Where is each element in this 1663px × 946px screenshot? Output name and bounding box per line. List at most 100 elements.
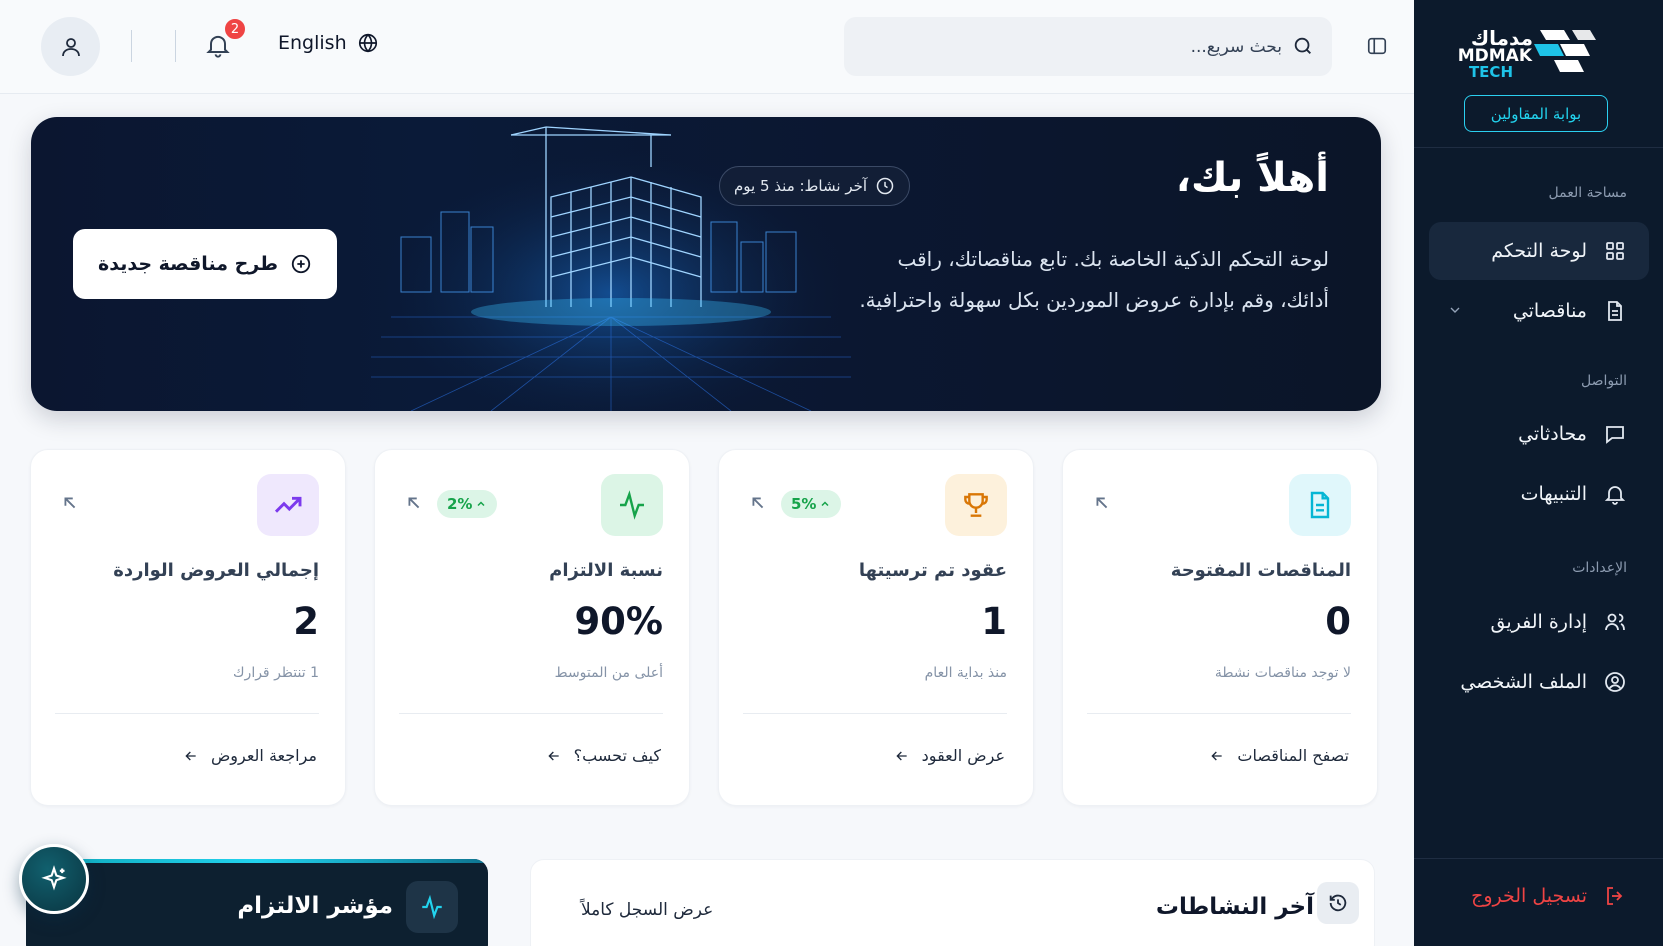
- language-label: English: [278, 32, 347, 54]
- chevron-down-icon[interactable]: [1447, 302, 1463, 318]
- history-icon: [1329, 894, 1347, 912]
- section-label-settings: الإعدادات: [1572, 560, 1627, 576]
- chat-icon: [1606, 426, 1624, 444]
- sidebar-item-notifications[interactable]: التنبيهات: [1429, 465, 1649, 523]
- trend-value: 2%: [447, 495, 473, 513]
- compliance-panel-title: مؤشر الالتزام: [237, 893, 393, 919]
- recent-activities-panel: آخر النشاطات عرض السجل كاملاً: [530, 859, 1375, 946]
- chevron-up-icon: [821, 501, 829, 507]
- logo-text-tech: TECH: [1468, 63, 1513, 81]
- stat-subtitle: أعلى من المتوسط: [554, 665, 663, 681]
- sidebar-divider: [1414, 147, 1663, 148]
- brand-logo[interactable]: مدماك MDMAK TECH: [1456, 26, 1596, 82]
- stat-card-awarded-contracts: 5% عقود تم ترسيتها 1 منذ بداية العام عرض…: [718, 449, 1034, 806]
- sidebar-item-label: الملف الشخصي: [1460, 671, 1587, 693]
- logout-label: تسجيل الخروج: [1471, 885, 1587, 907]
- topbar-divider: [175, 30, 176, 62]
- stat-link-label: عرض العقود: [921, 746, 1005, 765]
- browse-tenders-link[interactable]: تصفح المناقصات: [1209, 746, 1349, 765]
- user-avatar-button[interactable]: [41, 17, 100, 76]
- sidebar-item-label: التنبيهات: [1520, 483, 1587, 505]
- sidebar-item-label: إدارة الفريق: [1490, 611, 1587, 633]
- stat-subtitle: 1 تنتظر قرارك: [233, 665, 319, 681]
- logout-icon: [1607, 887, 1623, 905]
- stat-link-label: كيف تحسب؟: [573, 746, 661, 765]
- sidebar-item-team-management[interactable]: إدارة الفريق: [1429, 593, 1649, 651]
- globe-icon: [358, 33, 377, 53]
- sidebar-item-profile[interactable]: الملف الشخصي: [1429, 653, 1649, 711]
- stat-value: 90%: [574, 600, 663, 643]
- review-offers-link[interactable]: مراجعة العروض: [183, 746, 317, 765]
- sidebar-item-label: لوحة التحكم: [1491, 240, 1587, 262]
- logo-mark-icon: [1534, 30, 1596, 72]
- arrow-up-left-icon[interactable]: [403, 492, 425, 514]
- stat-subtitle: لا توجد مناقصات نشطة: [1214, 665, 1351, 681]
- language-switcher[interactable]: English: [278, 32, 379, 54]
- welcome-title: أهلاً بك،: [1175, 155, 1329, 201]
- stat-icon-box: [1289, 474, 1351, 536]
- search-box: [844, 17, 1332, 76]
- view-full-log-link[interactable]: عرض السجل كاملاً: [581, 900, 713, 920]
- topbar-divider: [131, 30, 132, 62]
- card-divider: [399, 713, 663, 714]
- how-calculated-link[interactable]: كيف تحسب؟: [546, 746, 661, 765]
- sidebar-divider: [1414, 858, 1663, 859]
- card-divider: [55, 713, 319, 714]
- sidebar: مدماك MDMAK TECH بوابة المقاولين مساحة ا…: [1414, 0, 1663, 946]
- sidebar-item-dashboard[interactable]: لوحة التحكم: [1429, 222, 1649, 280]
- stat-title: نسبة الالتزام: [549, 560, 663, 581]
- logout-button[interactable]: تسجيل الخروج: [1471, 884, 1627, 908]
- user-icon: [61, 37, 80, 56]
- section-label-workspace: مساحة العمل: [1548, 185, 1627, 201]
- view-contracts-link[interactable]: عرض العقود: [894, 746, 1005, 765]
- arrow-up-left-icon[interactable]: [747, 492, 769, 514]
- arrow-left-icon: [185, 751, 196, 760]
- compliance-indicator-panel: مؤشر الالتزام: [26, 859, 488, 946]
- document-icon: [1310, 491, 1330, 519]
- sparkle-icon: [41, 865, 67, 891]
- trend-badge: 2%: [437, 490, 498, 518]
- arrow-up-left-icon[interactable]: [59, 492, 81, 514]
- sidebar-item-my-tenders[interactable]: مناقصاتي: [1429, 282, 1649, 340]
- search-icon[interactable]: [1292, 35, 1314, 57]
- activities-panel-title: آخر النشاطات: [1155, 894, 1314, 920]
- stat-value: 1: [981, 600, 1007, 643]
- ai-assistant-button[interactable]: [19, 844, 89, 914]
- stat-link-label: تصفح المناقصات: [1237, 746, 1349, 765]
- stat-value: 2: [293, 600, 319, 643]
- arrow-left-icon: [896, 751, 907, 760]
- panel-icon-box: [406, 881, 458, 933]
- stat-title: إجمالي العروض الواردة: [113, 560, 319, 581]
- stat-icon-box: [945, 474, 1007, 536]
- stat-subtitle: منذ بداية العام: [924, 665, 1007, 681]
- last-activity-text: آخر نشاط: منذ 5 يوم: [734, 177, 868, 195]
- users-icon: [1605, 613, 1625, 631]
- construction-illustration: [371, 117, 851, 411]
- last-activity-pill: آخر نشاط: منذ 5 يوم: [719, 166, 911, 206]
- sidebar-item-label: محادثاتي: [1518, 423, 1587, 445]
- trend-value: 5%: [791, 495, 817, 513]
- card-divider: [1087, 713, 1351, 714]
- stat-card-open-tenders: المناقصات المفتوحة 0 لا توجد مناقصات نشط…: [1062, 449, 1378, 806]
- welcome-description: لوحة التحكم الذكية الخاصة بك. تابع مناقص…: [859, 247, 1329, 312]
- sidebar-toggle-icon[interactable]: [1366, 35, 1388, 57]
- search-input[interactable]: [862, 17, 1282, 76]
- topbar: English 2: [0, 0, 1414, 94]
- stat-icon-box: [601, 474, 663, 536]
- stat-title: عقود تم ترسيتها: [858, 560, 1007, 581]
- panel-accent-bar: [26, 859, 488, 863]
- plus-circle-icon: [291, 254, 311, 274]
- new-tender-button[interactable]: طرح مناقصة جديدة: [73, 229, 337, 299]
- notification-count-badge: 2: [223, 17, 247, 41]
- chevron-up-icon: [477, 501, 485, 507]
- arrow-left-icon: [1211, 751, 1223, 760]
- trending-up-icon: [274, 496, 302, 513]
- arrow-up-left-icon[interactable]: [1091, 492, 1113, 514]
- stat-card-compliance-rate: 2% نسبة الالتزام 90% أعلى من المتوسط كيف…: [374, 449, 690, 806]
- clock-icon: [876, 177, 894, 195]
- trend-badge: 5%: [781, 490, 842, 518]
- stat-value: 0: [1325, 600, 1351, 643]
- activity-icon: [620, 490, 644, 520]
- sidebar-item-my-chats[interactable]: محادثاتي: [1429, 405, 1649, 463]
- sidebar-item-label: مناقصاتي: [1512, 300, 1587, 322]
